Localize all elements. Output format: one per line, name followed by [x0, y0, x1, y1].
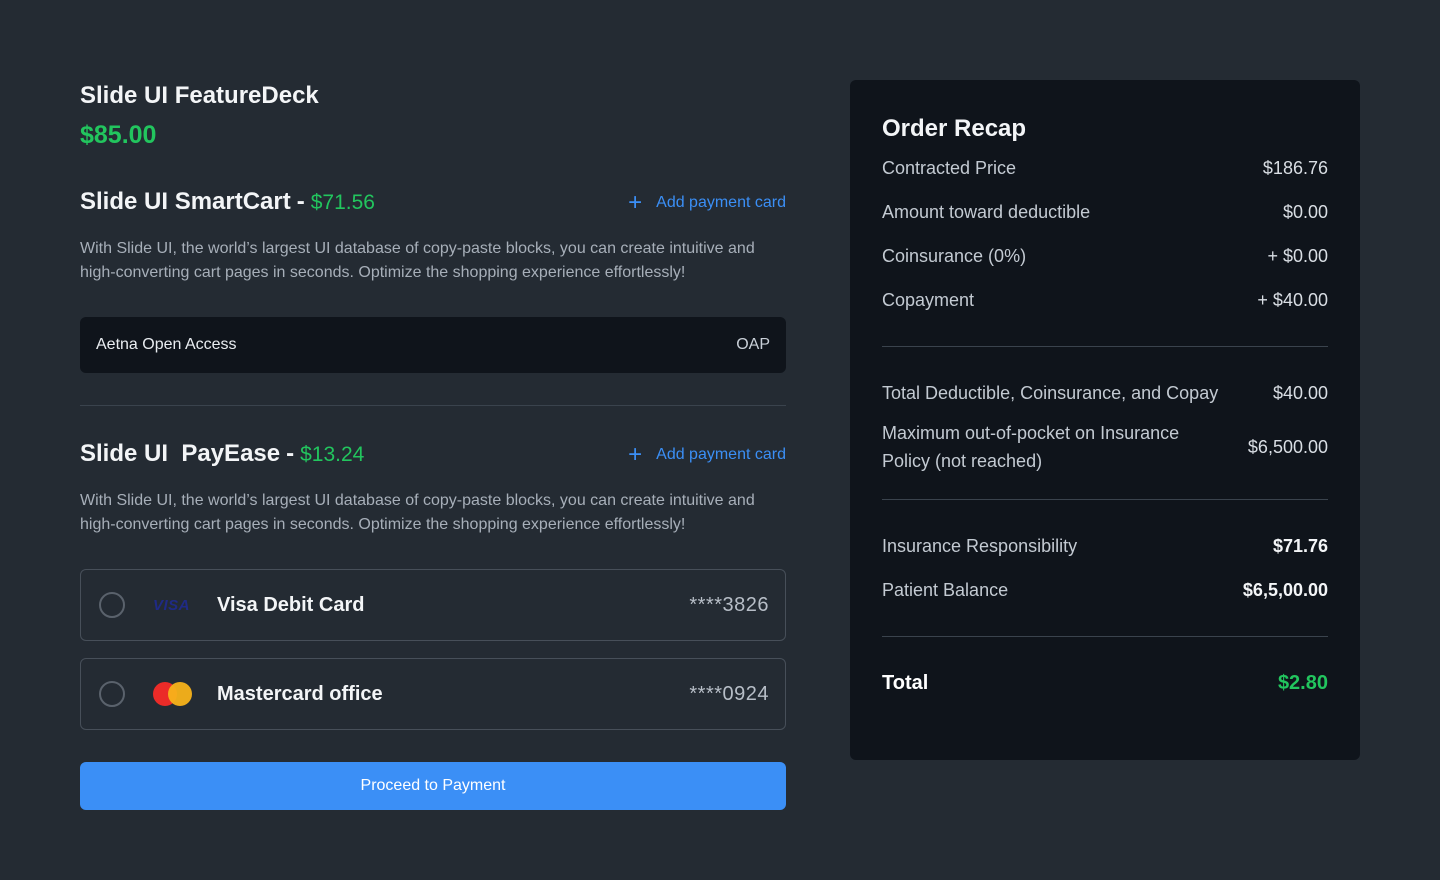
card-number: ****0924 [689, 682, 769, 705]
checkout-main: Slide UI FeatureDeck $85.00 Slide UI Sma… [80, 80, 786, 810]
recap-value: $40.00 [1272, 382, 1328, 403]
section-description: With Slide UI, the world’s largest UI da… [80, 492, 755, 533]
payment-option-mastercard[interactable]: Mastercard office ****0924 [80, 658, 786, 730]
smartcart-section: Slide UI SmartCart - $71.56 + Add paymen… [80, 186, 786, 373]
add-payment-card-label: Add payment card [656, 193, 786, 211]
recap-title: Order Recap [882, 115, 1027, 142]
card-name: Mastercard office [217, 682, 383, 705]
recap-value: + $0.00 [1267, 245, 1328, 266]
section-title: Slide UI SmartCart - $71.56 [80, 186, 375, 219]
recap-divider [882, 499, 1328, 500]
proceed-to-payment-button[interactable]: Proceed to Payment [80, 762, 786, 810]
recap-group-charges: Contracted Price $186.76 Amount toward d… [882, 146, 1328, 322]
recap-value: $6,5,00.00 [1242, 579, 1328, 600]
recap-row: Total Deductible, Coinsurance, and Copay… [882, 371, 1328, 415]
insurance-plan-select[interactable]: Aetna Open Access OAP [80, 317, 786, 373]
recap-divider [882, 636, 1328, 637]
product-price: $85.00 [80, 121, 157, 149]
radio-button[interactable] [99, 592, 125, 618]
recap-label: Coinsurance (0%) [882, 245, 1027, 266]
recap-divider [882, 346, 1328, 347]
section-amount: $13.24 [300, 443, 365, 466]
title-separator: - [296, 188, 305, 215]
add-payment-card-label: Add payment card [656, 445, 786, 463]
plus-icon: + [628, 188, 643, 216]
add-payment-card-button[interactable]: + Add payment card [628, 440, 786, 468]
recap-value: $6,500.00 [1247, 436, 1328, 457]
recap-label: Copayment [882, 289, 975, 310]
visa-logo-text: VISA [153, 596, 191, 614]
recap-row: Maximum out-of-pocket on Insurance Polic… [882, 419, 1328, 475]
recap-row: Patient Balance $6,5,00.00 [882, 568, 1328, 612]
section-divider [80, 405, 786, 406]
visa-icon: VISA [153, 597, 193, 614]
title-separator: - [286, 440, 295, 467]
recap-label: Patient Balance [882, 579, 1009, 600]
recap-row: Coinsurance (0%) + $0.00 [882, 234, 1328, 278]
recap-total-row: Total $2.80 [882, 661, 1328, 705]
section-description: With Slide UI, the world’s largest UI da… [80, 240, 755, 281]
recap-label: Amount toward deductible [882, 201, 1091, 222]
total-value: $2.80 [1277, 671, 1328, 694]
recap-value: $71.76 [1272, 535, 1328, 556]
recap-label: Contracted Price [882, 157, 1017, 178]
payment-option-visa[interactable]: VISA Visa Debit Card ****3826 [80, 569, 786, 641]
section-name: Slide UI SmartCart [80, 188, 291, 215]
plus-icon: + [628, 440, 643, 468]
recap-label: Maximum out-of-pocket on Insurance Polic… [882, 423, 1180, 471]
recap-value: + $40.00 [1257, 289, 1328, 310]
recap-group-balance: Insurance Responsibility $71.76 Patient … [882, 524, 1328, 612]
plan-code: OAP [736, 336, 770, 353]
payease-section: Slide UI PayEase - $13.24 + Add payment … [80, 438, 786, 730]
recap-row: Insurance Responsibility $71.76 [882, 524, 1328, 568]
recap-label: Total Deductible, Coinsurance, and Copay [882, 382, 1219, 403]
plan-name: Aetna Open Access [96, 336, 237, 353]
total-label: Total [882, 671, 929, 694]
order-recap-panel: Order Recap Contracted Price $186.76 Amo… [850, 80, 1360, 760]
recap-label: Insurance Responsibility [882, 535, 1078, 556]
section-title: Slide UI PayEase - $13.24 [80, 438, 364, 471]
recap-row: Amount toward deductible $0.00 [882, 190, 1328, 234]
recap-row: Copayment + $40.00 [882, 278, 1328, 322]
card-number: ****3826 [689, 593, 769, 616]
recap-value: $186.76 [1262, 157, 1328, 178]
section-amount: $71.56 [310, 191, 375, 214]
mastercard-icon [153, 682, 193, 706]
product-title: Slide UI FeatureDeck [80, 82, 319, 109]
section-name: Slide UI PayEase [80, 440, 281, 467]
recap-group-totals: Total Deductible, Coinsurance, and Copay… [882, 371, 1328, 475]
add-payment-card-button[interactable]: + Add payment card [628, 188, 786, 216]
recap-value: $0.00 [1282, 201, 1328, 222]
card-name: Visa Debit Card [217, 593, 365, 616]
radio-button[interactable] [99, 681, 125, 707]
recap-row: Contracted Price $186.76 [882, 146, 1328, 190]
